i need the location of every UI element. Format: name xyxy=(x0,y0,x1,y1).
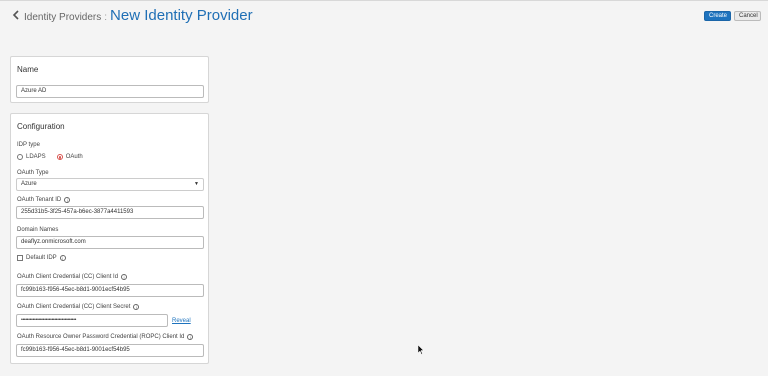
idp-type-label-text: IDP type xyxy=(17,142,40,148)
page-title: New Identity Provider xyxy=(110,7,253,24)
name-panel: Name Azure AD xyxy=(10,56,209,103)
ropc-client-id-label-text: OAuth Resource Owner Password Credential… xyxy=(17,334,185,340)
oauth-type-label-text: OAuth Type xyxy=(17,170,49,176)
idp-type-radio-group: LDAPS OAuth xyxy=(17,154,83,160)
name-panel-title: Name xyxy=(17,65,39,74)
mouse-cursor-icon xyxy=(417,342,425,355)
cc-client-id-input[interactable]: fc99b163-f956-45ec-b8d1-9001ecf54b95 xyxy=(16,284,204,297)
oauth-type-select[interactable]: Azure ▼ xyxy=(16,178,204,191)
info-icon[interactable]: i xyxy=(133,304,140,310)
cc-client-id-label-text: OAuth Client Credential (CC) Client Id xyxy=(17,274,119,280)
domain-names-label-text: Domain Names xyxy=(17,227,59,233)
configuration-panel: Configuration IDP type LDAPS OAuth OAuth… xyxy=(10,113,209,364)
chevron-left-icon[interactable] xyxy=(12,6,24,26)
cc-client-secret-label: OAuth Client Credential (CC) Client Secr… xyxy=(17,304,140,310)
radio-oauth-label: OAuth xyxy=(65,154,83,160)
cc-client-secret-input[interactable]: •••••••••••••••••••••••••••••••••••••• xyxy=(16,314,168,327)
reveal-link[interactable]: Reveal xyxy=(172,318,191,324)
ropc-client-id-input[interactable]: fc99b163-f956-45ec-b8d1-9001ecf54b95 xyxy=(16,344,204,357)
domain-names-label: Domain Names xyxy=(17,227,58,233)
cancel-button[interactable]: Cancel xyxy=(734,11,761,21)
info-icon[interactable]: i xyxy=(59,255,66,261)
chevron-down-icon: ▼ xyxy=(194,181,199,187)
breadcrumb-separator: : xyxy=(104,12,108,23)
info-icon[interactable]: i xyxy=(187,334,194,340)
cc-client-id-label: OAuth Client Credential (CC) Client Id i xyxy=(17,274,128,280)
name-input[interactable]: Azure AD xyxy=(16,85,204,98)
tenant-id-input[interactable]: 255d31b5-3f25-457a-b6ec-3877a4411593 xyxy=(16,206,204,219)
page-header: Identity Providers : New Identity Provid… xyxy=(12,6,253,26)
info-icon[interactable]: i xyxy=(121,274,128,280)
oauth-type-selected: Azure xyxy=(21,181,37,187)
default-idp-label: Default IDP xyxy=(26,255,57,261)
tenant-id-label: OAuth Tenant ID i xyxy=(17,197,71,203)
radio-ldaps-label: LDAPS xyxy=(26,154,46,160)
default-idp-checkbox[interactable] xyxy=(17,255,23,261)
breadcrumb-identity-providers[interactable]: Identity Providers xyxy=(24,12,101,23)
radio-oauth[interactable] xyxy=(56,154,63,160)
top-border xyxy=(0,0,768,1)
ropc-client-id-label: OAuth Resource Owner Password Credential… xyxy=(17,334,194,340)
domain-names-input[interactable]: deaflyz.onmicrosoft.com xyxy=(16,236,204,249)
oauth-type-label: OAuth Type xyxy=(17,170,49,176)
create-button[interactable]: Create xyxy=(704,11,731,21)
radio-ldaps[interactable] xyxy=(17,154,23,160)
configuration-panel-title: Configuration xyxy=(17,122,65,131)
tenant-id-label-text: OAuth Tenant ID xyxy=(17,197,62,203)
info-icon[interactable]: i xyxy=(64,197,71,203)
cc-client-secret-label-text: OAuth Client Credential (CC) Client Secr… xyxy=(17,304,131,310)
idp-type-label: IDP type xyxy=(17,142,40,148)
default-idp-row: Default IDP i xyxy=(17,255,66,261)
